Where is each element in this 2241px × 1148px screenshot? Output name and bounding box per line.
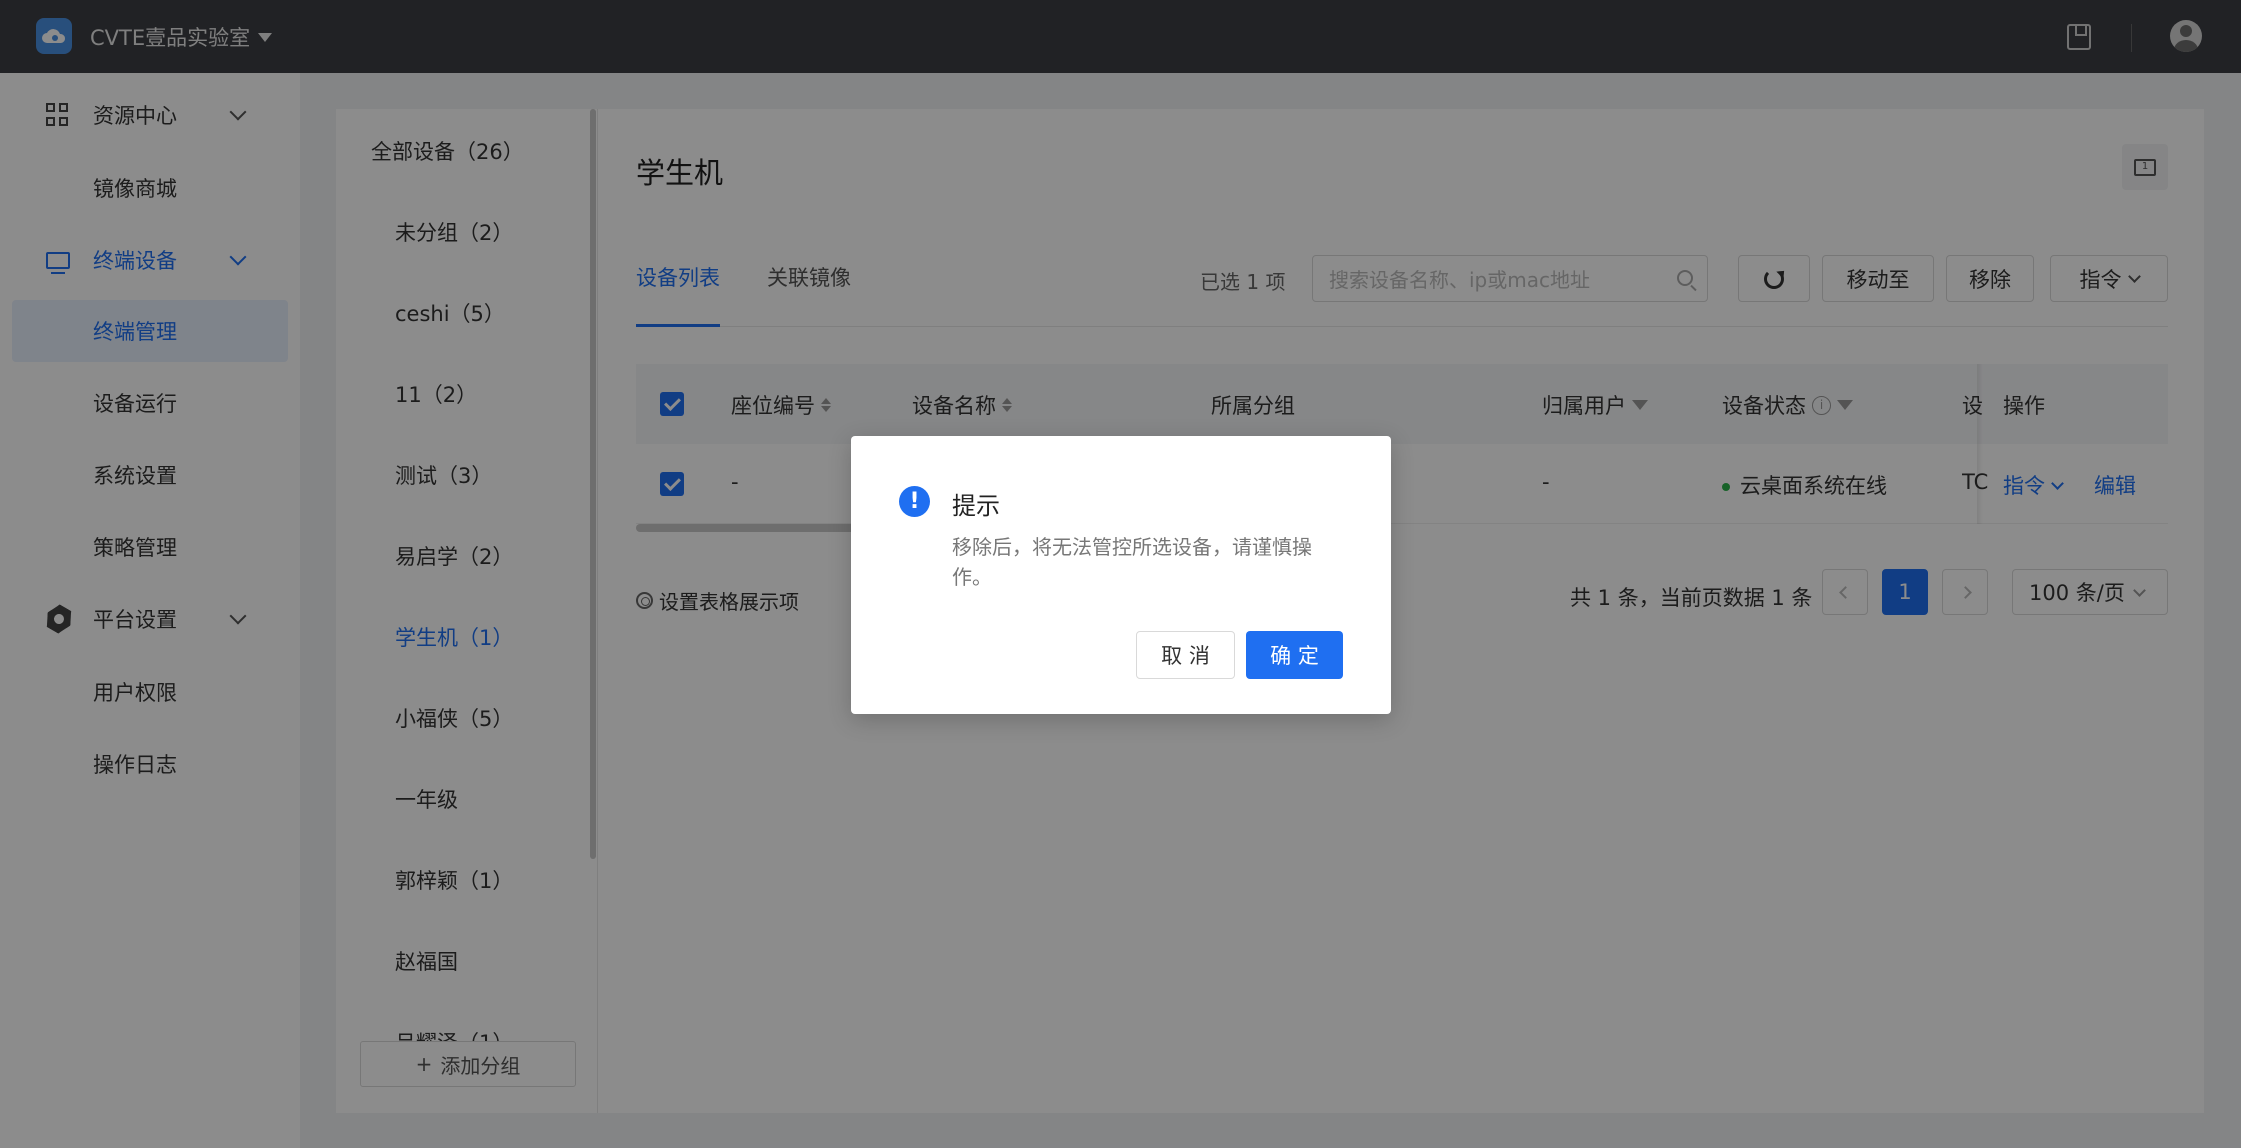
cancel-button[interactable]: 取 消 xyxy=(1136,631,1235,679)
confirm-button[interactable]: 确 定 xyxy=(1246,631,1343,679)
confirm-dialog: ! 提示 移除后，将无法管控所选设备，请谨慎操作。 取 消 确 定 xyxy=(851,436,1391,714)
dialog-message: 移除后，将无法管控所选设备，请谨慎操作。 xyxy=(952,535,1312,589)
dialog-title: 提示 xyxy=(952,492,1000,520)
exclamation-icon: ! xyxy=(899,486,930,517)
